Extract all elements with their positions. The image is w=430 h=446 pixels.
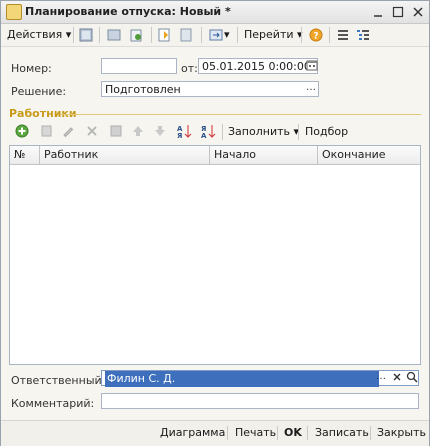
maximize-button[interactable]	[391, 5, 405, 19]
tree-view-icon[interactable]	[356, 28, 370, 42]
window-title: Планирование отпуска: Новый *	[25, 5, 231, 18]
footer-divider	[277, 426, 278, 440]
workers-table[interactable]: № Работник Начало Окончание	[9, 145, 421, 365]
select-decision-button[interactable]: …	[304, 82, 318, 96]
fill-menu[interactable]: Заполнить ▾	[228, 124, 299, 140]
close-button[interactable]	[411, 5, 425, 19]
responsible-label: Ответственный:	[11, 374, 106, 387]
print-button[interactable]: Печать	[235, 426, 276, 439]
chevron-down-icon: ▾	[65, 28, 72, 41]
section-divider	[61, 114, 421, 115]
end-edit-icon[interactable]	[109, 124, 123, 138]
comment-field[interactable]	[101, 393, 419, 409]
goto-menu[interactable]: Перейти ▾	[244, 27, 303, 43]
sort-descending-icon[interactable]: ЯA	[201, 123, 216, 140]
help-icon[interactable]: ?	[309, 28, 323, 42]
toolbar-divider	[301, 27, 302, 43]
toolbar-divider	[151, 27, 152, 43]
list-settings-icon[interactable]	[336, 28, 350, 42]
number-field[interactable]	[101, 58, 177, 74]
copy-icon[interactable]	[107, 28, 121, 42]
toolbar-divider	[298, 124, 299, 140]
column-header-number[interactable]: №	[10, 146, 40, 164]
comment-label: Комментарий:	[11, 397, 95, 410]
column-header-start[interactable]: Начало	[210, 146, 318, 164]
save-button[interactable]: Записать	[315, 426, 369, 439]
delete-row-icon[interactable]	[85, 124, 99, 138]
responsible-field[interactable]: Филин С. Д.	[101, 370, 419, 387]
number-label: Номер:	[11, 62, 52, 75]
select-button[interactable]: Подбор	[305, 124, 348, 140]
footer-divider	[370, 426, 371, 440]
date-label: от:	[181, 62, 198, 75]
toolbar-divider	[329, 27, 330, 43]
create-based-on-icon[interactable]	[157, 28, 171, 42]
copy-row-icon[interactable]	[39, 124, 53, 138]
sort-ascending-icon[interactable]: AЯ	[177, 123, 192, 140]
calendar-icon[interactable]	[305, 59, 319, 73]
post-document-icon[interactable]	[79, 28, 93, 42]
title-bar: Планирование отпуска: Новый *	[1, 1, 429, 24]
command-bar: Действия ▾ ▾ Перейти ▾ ?	[1, 24, 429, 47]
fill-label: Заполнить	[228, 125, 290, 138]
toolbar-divider	[73, 27, 74, 43]
document-window: Планирование отпуска: Новый * Действия ▾	[0, 0, 430, 446]
minimize-button[interactable]	[371, 5, 385, 19]
move-up-icon[interactable]	[131, 124, 145, 138]
actions-menu[interactable]: Действия ▾	[7, 27, 71, 43]
exchange-icon[interactable]	[209, 28, 223, 42]
footer-divider	[227, 426, 228, 440]
open-icon[interactable]	[405, 371, 419, 385]
svg-text:?: ?	[313, 32, 318, 42]
clear-icon[interactable]	[390, 371, 404, 385]
ok-button[interactable]: OK	[284, 426, 302, 439]
date-field[interactable]: 05.01.2015 0:00:00	[198, 58, 318, 74]
refresh-icon[interactable]	[129, 28, 143, 42]
toolbar-divider	[222, 124, 223, 140]
footer-divider	[307, 426, 308, 440]
toolbar-divider	[237, 27, 238, 43]
chevron-down-icon: ▾	[224, 28, 230, 41]
form-footer: Диаграмма Печать OK Записать Закрыть	[1, 420, 429, 446]
table-header: № Работник Начало Окончание	[10, 146, 420, 165]
exchange-dropdown[interactable]: ▾	[224, 27, 230, 43]
document-structure-icon[interactable]	[179, 28, 193, 42]
goto-label: Перейти	[244, 28, 294, 41]
select-responsible-button[interactable]: …	[374, 371, 388, 385]
svg-text:A: A	[201, 132, 207, 139]
column-header-end[interactable]: Окончание	[318, 146, 420, 164]
decision-label: Решение:	[11, 85, 67, 98]
document-icon	[6, 4, 22, 20]
column-header-worker[interactable]: Работник	[40, 146, 210, 164]
svg-text:Я: Я	[177, 132, 182, 139]
add-row-icon[interactable]	[15, 124, 29, 138]
move-down-icon[interactable]	[153, 124, 167, 138]
diagram-button[interactable]: Диаграмма	[160, 426, 225, 439]
toolbar-divider	[99, 27, 100, 43]
edit-row-icon[interactable]	[61, 124, 75, 138]
responsible-value: Филин С. Д.	[105, 371, 379, 387]
decision-field[interactable]: Подготовлен	[101, 81, 319, 97]
close-form-button[interactable]: Закрыть	[377, 426, 426, 439]
actions-label: Действия	[7, 28, 63, 41]
toolbar-divider	[201, 27, 202, 43]
